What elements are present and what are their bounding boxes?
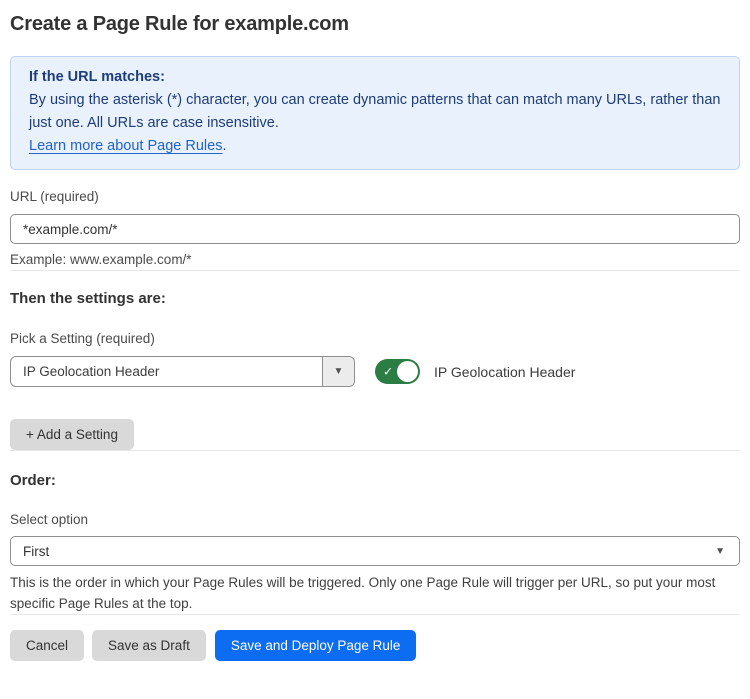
setting-dropdown-arrow-button[interactable]: ▼	[322, 357, 354, 386]
settings-section-heading: Then the settings are:	[10, 290, 740, 308]
link-period: .	[222, 138, 226, 154]
order-select-label: Select option	[10, 512, 740, 528]
info-box-body: By using the asterisk (*) character, you…	[29, 89, 721, 135]
add-setting-button[interactable]: + Add a Setting	[10, 419, 134, 450]
learn-more-link[interactable]: Learn more about Page Rules	[29, 138, 222, 154]
url-match-info-box: If the URL matches: By using the asteris…	[10, 56, 740, 170]
geolocation-toggle-label: IP Geolocation Header	[434, 364, 575, 380]
order-select[interactable]: First ▼	[10, 536, 740, 566]
setting-dropdown[interactable]: IP Geolocation Header ▼	[10, 356, 355, 387]
save-as-draft-button[interactable]: Save as Draft	[92, 630, 206, 661]
divider	[10, 614, 740, 615]
save-and-deploy-button[interactable]: Save and Deploy Page Rule	[215, 630, 417, 661]
url-field-label: URL (required)	[10, 189, 740, 205]
setting-row: IP Geolocation Header ▼ ✓ IP Geolocation…	[10, 356, 740, 387]
info-box-heading: If the URL matches:	[29, 66, 721, 89]
url-example-helper: Example: www.example.com/*	[10, 250, 740, 270]
geolocation-toggle-group: ✓ IP Geolocation Header	[375, 359, 575, 384]
footer-actions: Cancel Save as Draft Save and Deploy Pag…	[10, 630, 740, 661]
order-select-value: First	[23, 544, 715, 559]
url-input[interactable]	[10, 214, 740, 244]
order-helper-text: This is the order in which your Page Rul…	[10, 572, 736, 614]
cancel-button[interactable]: Cancel	[10, 630, 84, 661]
caret-down-icon: ▼	[715, 546, 725, 557]
setting-dropdown-value[interactable]: IP Geolocation Header	[11, 357, 322, 386]
toggle-knob	[397, 361, 418, 382]
order-section-heading: Order:	[10, 472, 740, 490]
pick-setting-label: Pick a Setting (required)	[10, 331, 740, 347]
geolocation-toggle[interactable]: ✓	[375, 359, 420, 384]
divider	[10, 270, 740, 271]
info-box-link-line: Learn more about Page Rules.	[29, 135, 721, 158]
chevron-down-icon: ▼	[334, 366, 344, 377]
check-icon: ✓	[383, 364, 393, 378]
page-title: Create a Page Rule for example.com	[10, 12, 740, 36]
divider	[10, 450, 740, 451]
